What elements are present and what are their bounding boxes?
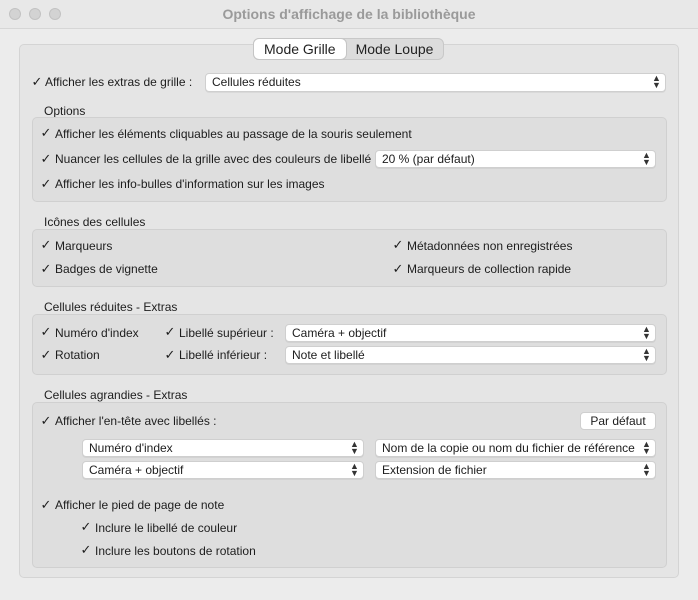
header-select-3[interactable]: Caméra + objectif ▲ ▼ bbox=[82, 461, 364, 479]
grid-extras-select[interactable]: Cellules réduites ▲ ▼ bbox=[205, 73, 666, 92]
header-select-2[interactable]: Nom de la copie ou nom du fichier de réf… bbox=[375, 439, 656, 457]
view-mode-tabs: Mode Grille Mode Loupe bbox=[253, 38, 445, 60]
select-arrows-icon: ▲ ▼ bbox=[642, 324, 651, 341]
header-labels-checkbox[interactable]: ✓ bbox=[39, 414, 53, 428]
tooltips-checkbox[interactable]: ✓ bbox=[39, 177, 53, 191]
tint-select[interactable]: 20 % (par défaut) ▲ ▼ bbox=[375, 150, 656, 168]
rotation-checkbox[interactable]: ✓ bbox=[39, 348, 53, 362]
select-arrows-icon: ▲ ▼ bbox=[350, 461, 359, 478]
top-label-checkbox[interactable]: ✓ bbox=[163, 325, 177, 339]
bottom-label-checkbox[interactable]: ✓ bbox=[163, 348, 177, 362]
unsaved-metadata-label: Métadonnées non enregistrées bbox=[407, 239, 573, 253]
select-arrows-icon: ▲ ▼ bbox=[652, 73, 661, 90]
footer-rating-checkbox[interactable]: ✓ bbox=[39, 498, 53, 512]
top-label-select[interactable]: Caméra + objectif ▲ ▼ bbox=[285, 324, 656, 342]
quick-collection-checkbox[interactable]: ✓ bbox=[391, 262, 405, 276]
title-bar: Options d'affichage de la bibliothèque bbox=[0, 0, 698, 29]
cell-icons-section-title: Icônes des cellules bbox=[44, 215, 146, 229]
footer-rating-label: Afficher le pied de page de note bbox=[55, 498, 225, 512]
clickable-items-checkbox[interactable]: ✓ bbox=[39, 126, 53, 140]
grid-extras-checkbox[interactable]: ✓ bbox=[30, 75, 44, 89]
quick-collection-label: Marqueurs de collection rapide bbox=[407, 262, 572, 276]
unsaved-metadata-checkbox[interactable]: ✓ bbox=[391, 238, 405, 252]
include-color-label-checkbox[interactable]: ✓ bbox=[79, 520, 93, 534]
clickable-items-label: Afficher les éléments cliquables au pass… bbox=[55, 127, 412, 141]
tint-cells-label: Nuancer les cellules de la grille avec d… bbox=[55, 152, 372, 166]
index-number-checkbox[interactable]: ✓ bbox=[39, 325, 53, 339]
header-select-4[interactable]: Extension de fichier ▲ ▼ bbox=[375, 461, 656, 479]
options-section-title: Options bbox=[44, 104, 86, 118]
tab-loupe-mode[interactable]: Mode Loupe bbox=[346, 39, 444, 59]
flags-label: Marqueurs bbox=[55, 239, 113, 253]
include-color-label-label: Inclure le libellé de couleur bbox=[95, 521, 238, 535]
include-rotation-buttons-label: Inclure les boutons de rotation bbox=[95, 544, 256, 558]
tint-cells-checkbox[interactable]: ✓ bbox=[39, 152, 53, 166]
include-rotation-buttons-checkbox[interactable]: ✓ bbox=[79, 543, 93, 557]
select-arrows-icon: ▲ ▼ bbox=[642, 439, 651, 456]
default-button[interactable]: Par défaut bbox=[580, 412, 656, 430]
index-number-label: Numéro d'index bbox=[55, 326, 139, 340]
thumbnail-badges-label: Badges de vignette bbox=[55, 262, 158, 276]
header-select-1[interactable]: Numéro d'index ▲ ▼ bbox=[82, 439, 364, 457]
thumbnail-badges-checkbox[interactable]: ✓ bbox=[39, 262, 53, 276]
bottom-label-label: Libellé inférieur : bbox=[179, 348, 268, 362]
header-labels-label: Afficher l'en-tête avec libellés : bbox=[55, 414, 217, 428]
tab-grid-mode[interactable]: Mode Grille bbox=[254, 39, 346, 59]
window-title: Options d'affichage de la bibliothèque bbox=[222, 6, 476, 22]
cell-icons-group bbox=[32, 229, 667, 287]
select-arrows-icon: ▲ ▼ bbox=[350, 439, 359, 456]
select-arrows-icon: ▲ ▼ bbox=[642, 461, 651, 478]
top-label-label: Libellé supérieur : bbox=[179, 326, 274, 340]
bottom-label-select[interactable]: Note et libellé ▲ ▼ bbox=[285, 346, 656, 364]
select-arrows-icon: ▲ ▼ bbox=[642, 150, 651, 167]
select-arrows-icon: ▲ ▼ bbox=[642, 346, 651, 363]
compact-extras-section-title: Cellules réduites - Extras bbox=[44, 300, 178, 314]
tooltips-label: Afficher les info-bulles d'information s… bbox=[55, 177, 325, 191]
grid-extras-label: Afficher les extras de grille : bbox=[45, 75, 193, 89]
expanded-extras-section-title: Cellules agrandies - Extras bbox=[44, 388, 188, 402]
flags-checkbox[interactable]: ✓ bbox=[39, 238, 53, 252]
rotation-label: Rotation bbox=[55, 348, 100, 362]
